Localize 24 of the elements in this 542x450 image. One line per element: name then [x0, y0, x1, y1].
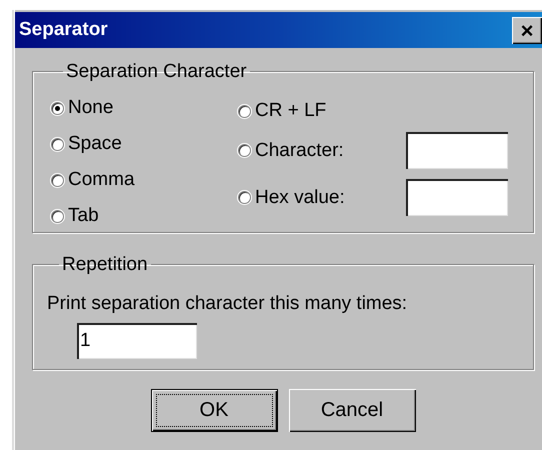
- option-label: Tab: [68, 205, 99, 227]
- radio-button[interactable]: [51, 138, 64, 150]
- close-button[interactable]: ×: [512, 16, 542, 44]
- radio-button[interactable]: [238, 191, 251, 204]
- dialog-button[interactable]: Cancel: [288, 389, 416, 432]
- group-title: Separation Character: [65, 60, 248, 83]
- radio-button[interactable]: [51, 102, 64, 114]
- option-label: Space: [68, 133, 122, 155]
- dialog-button[interactable]: OK: [150, 389, 278, 432]
- field-label: Print separation character this many times:: [47, 293, 408, 315]
- option-label: Comma: [68, 169, 135, 191]
- option-label: CR + LF: [255, 100, 326, 122]
- option-label: None: [68, 97, 114, 119]
- input-field[interactable]: 1: [77, 323, 197, 359]
- option-label: Hex value:: [255, 186, 346, 208]
- group-title: Repetition: [61, 253, 149, 276]
- input-field[interactable]: [406, 132, 508, 169]
- radio-button[interactable]: [238, 144, 251, 157]
- radio-button[interactable]: [238, 104, 251, 118]
- radio-button[interactable]: [51, 174, 64, 186]
- option-label: Character:: [255, 140, 345, 162]
- window-title: Separator: [19, 19, 108, 41]
- input-field[interactable]: [406, 179, 508, 216]
- radio-button[interactable]: [51, 210, 64, 222]
